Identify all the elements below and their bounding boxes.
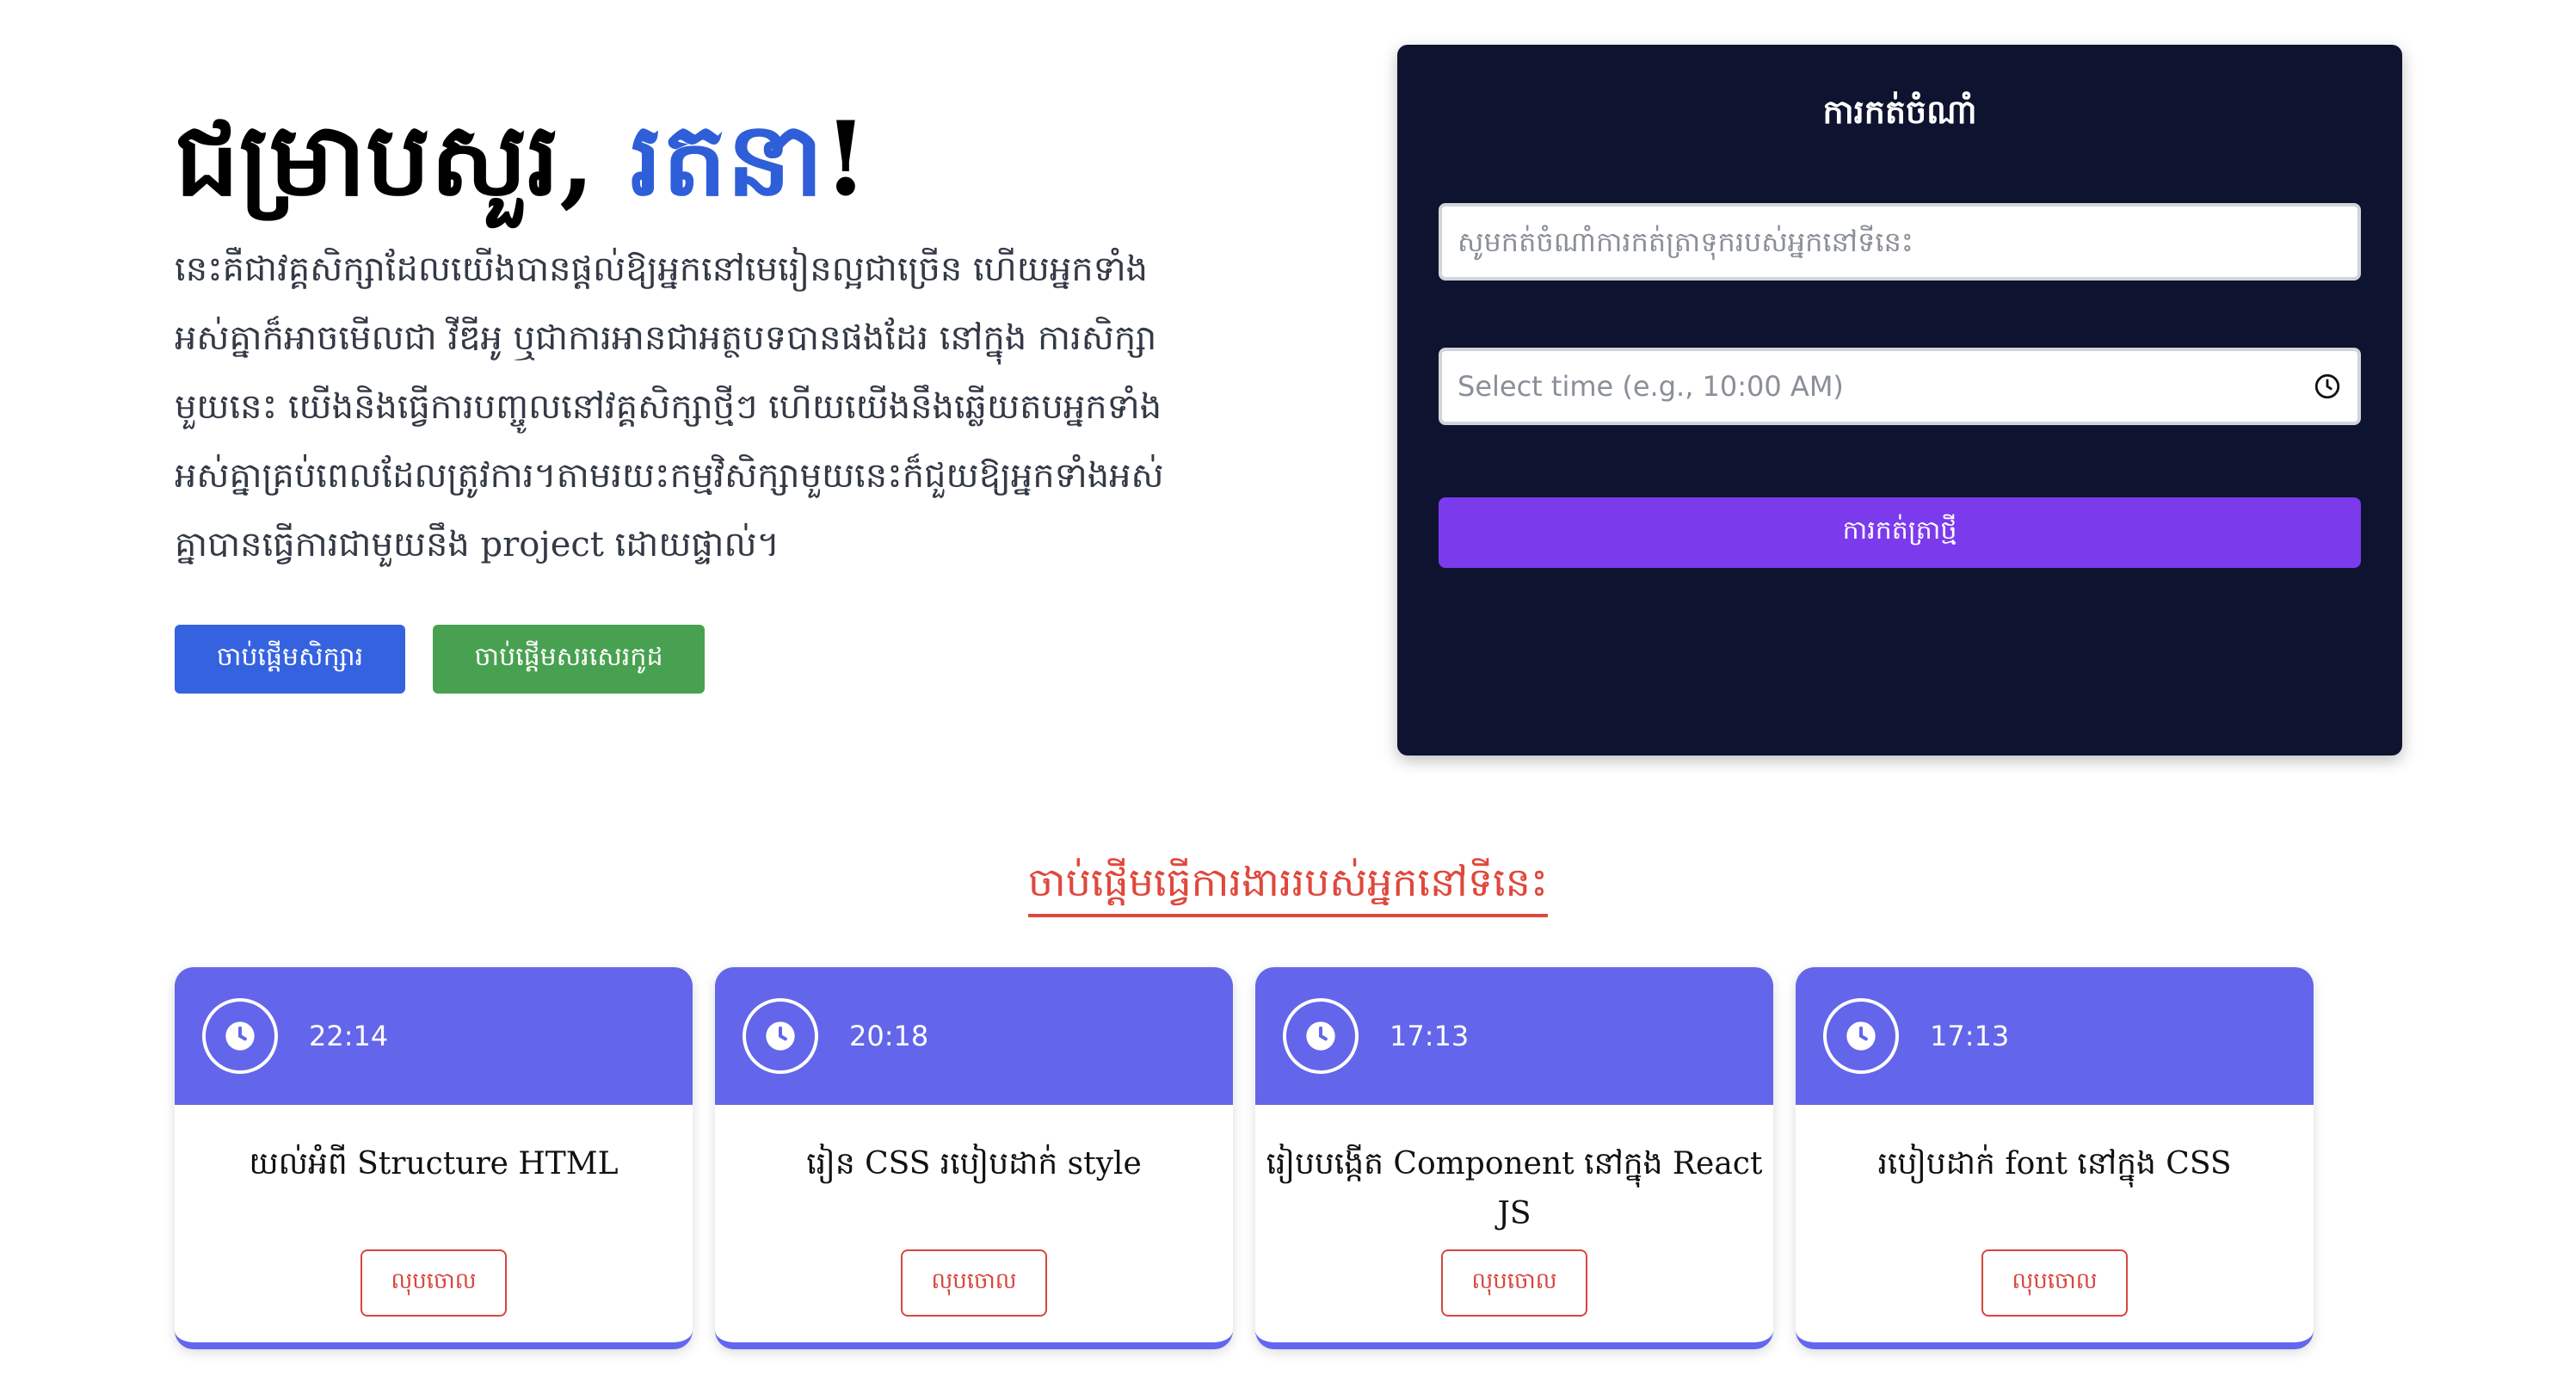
- delete-button[interactable]: លុបចោល: [1981, 1249, 2128, 1317]
- delete-button[interactable]: លុបចោល: [1441, 1249, 1587, 1317]
- card-title: របៀបដាក់ font នៅក្នុង CSS: [1877, 1146, 2232, 1181]
- task-input[interactable]: [1457, 207, 2342, 277]
- card-header: 17:13: [1255, 967, 1773, 1105]
- card-title: រៀបបង្កើត Component នៅក្នុង React JS: [1266, 1146, 1763, 1231]
- clock-icon: [202, 998, 278, 1074]
- card-time: 20:18: [849, 1020, 929, 1052]
- task-card: 17:13 រៀបបង្កើត Component នៅក្នុង React …: [1255, 967, 1773, 1349]
- task-card: 20:18 រៀន CSS របៀបដាក់ style លុបចោល: [715, 967, 1233, 1349]
- clock-icon: [1823, 998, 1899, 1074]
- section-title-text: ចាប់ផ្តើមធ្វើការងាររបស់អ្នកនៅទីនេះ: [1027, 852, 1549, 917]
- clock-icon: [1283, 998, 1359, 1074]
- task-card-list: 22:14 យល់អំពី Structure HTML លុបចោល 20:1…: [175, 967, 2314, 1349]
- task-card: 17:13 របៀបដាក់ font នៅក្នុង CSS លុបចោល: [1796, 967, 2314, 1349]
- start-coding-button[interactable]: ចាប់ផ្តើមសរសេរកូដ: [433, 625, 705, 694]
- new-note-button[interactable]: ការកត់ត្រាថ្មី: [1439, 497, 2361, 568]
- hero-section: ជម្រាបសួរ, រតនា! នេះគឺជាវគ្គសិក្សាដែលយើង…: [175, 90, 1190, 579]
- clock-icon[interactable]: [2313, 372, 2342, 401]
- card-header: 20:18: [715, 967, 1233, 1105]
- delete-button[interactable]: លុបចោល: [361, 1249, 507, 1317]
- greeting-heading: ជម្រាបសួរ, រតនា!: [175, 90, 1190, 228]
- time-input[interactable]: [1457, 351, 2313, 422]
- task-card: 22:14 យល់អំពី Structure HTML លុបចោល: [175, 967, 693, 1349]
- card-time: 17:13: [1930, 1020, 2010, 1052]
- card-header: 22:14: [175, 967, 693, 1105]
- section-title: ចាប់ផ្តើមធ្វើការងាររបស់អ្នកនៅទីនេះ: [0, 852, 2576, 917]
- greeting-text: ជម្រាបសួរ,: [175, 99, 631, 219]
- greeting-exclaim: !: [823, 99, 868, 219]
- card-time: 22:14: [309, 1020, 389, 1052]
- hero-actions: ចាប់ផ្តើមសិក្សារ ចាប់ផ្តើមសរសេរកូដ: [175, 625, 705, 694]
- panel-title: ការកត់ចំណាំ: [1822, 93, 1977, 131]
- card-title: យល់អំពី Structure HTML: [249, 1146, 619, 1181]
- hero-description: នេះគឺជាវគ្គសិក្សាដែលយើងបានផ្តល់ឱ្យអ្នកនៅ…: [175, 250, 1164, 564]
- card-header: 17:13: [1796, 967, 2314, 1105]
- start-learning-button[interactable]: ចាប់ផ្តើមសិក្សារ: [175, 625, 405, 694]
- task-field: [1439, 203, 2361, 281]
- clock-icon: [743, 998, 818, 1074]
- delete-button[interactable]: លុបចោល: [901, 1249, 1047, 1317]
- user-name: រតនា: [630, 99, 823, 219]
- card-time: 17:13: [1390, 1020, 1470, 1052]
- time-field: [1439, 348, 2361, 425]
- card-title: រៀន CSS របៀបដាក់ style: [806, 1146, 1142, 1181]
- note-panel: ការកត់ចំណាំ ការកត់ត្រាថ្មី: [1397, 45, 2402, 756]
